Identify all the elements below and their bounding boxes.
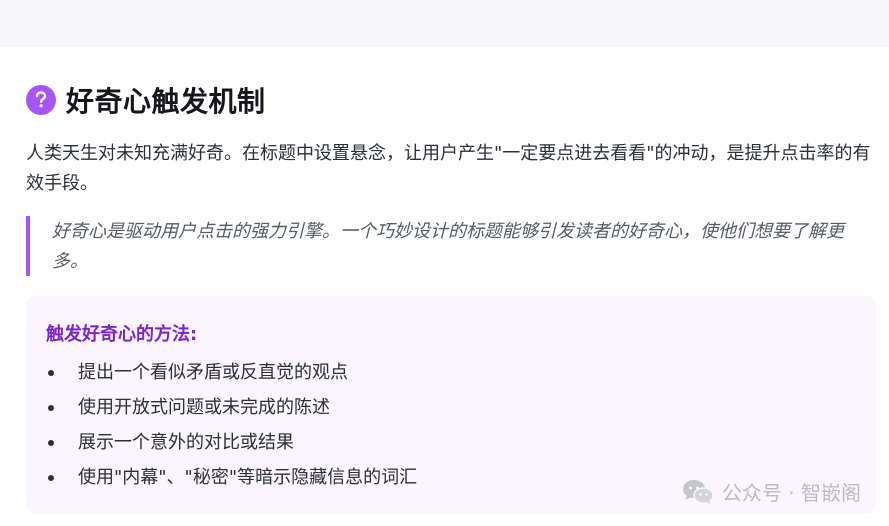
list-item-text: 使用开放式问题或未完成的陈述 — [78, 397, 330, 418]
wechat-icon — [682, 479, 714, 505]
list-item: 提出一个看似矛盾或反直觉的观点 — [44, 355, 417, 390]
tips-list: 提出一个看似矛盾或反直觉的观点 使用开放式问题或未完成的陈述 展示一个意外的对比… — [44, 355, 417, 495]
watermark: 公众号 · 智嵌阁 — [682, 477, 861, 506]
watermark-text: 公众号 · 智嵌阁 — [721, 481, 861, 505]
top-band — [0, 0, 889, 47]
list-item-text: 展示一个意外的对比或结果 — [78, 432, 294, 453]
blockquote: 好奇心是驱动用户点击的强力引擎。一个巧妙设计的标题能够引发读者的好奇心，使他们想… — [26, 216, 876, 276]
bullet-icon — [48, 369, 54, 376]
page-title: 好奇心触发机制 — [66, 85, 266, 118]
bullet-icon — [48, 439, 54, 446]
tips-title: 触发好奇心的方法: — [46, 324, 198, 345]
list-item-text: 提出一个看似矛盾或反直觉的观点 — [78, 362, 348, 383]
question-icon — [26, 85, 56, 115]
section-heading: 好奇心触发机制 — [26, 80, 266, 120]
bullet-icon — [48, 474, 54, 481]
list-item-text: 使用"内幕"、"秘密"等暗示隐藏信息的词汇 — [78, 467, 418, 488]
list-item: 使用开放式问题或未完成的陈述 — [44, 390, 417, 425]
list-item: 使用"内幕"、"秘密"等暗示隐藏信息的词汇 — [44, 460, 417, 495]
intro-paragraph: 人类天生对未知充满好奇。在标题中设置悬念，让用户产生"一定要点进去看看"的冲动，… — [26, 143, 871, 194]
bullet-icon — [48, 404, 54, 411]
list-item: 展示一个意外的对比或结果 — [44, 425, 417, 460]
